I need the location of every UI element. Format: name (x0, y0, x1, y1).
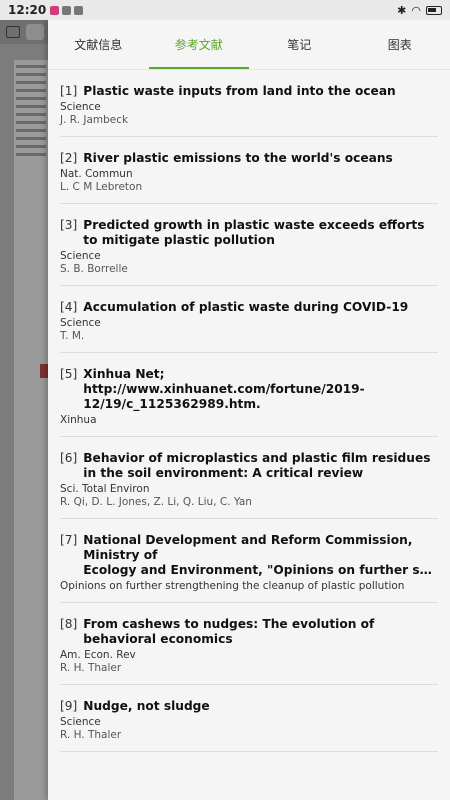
status-time: 12:20 (8, 3, 47, 17)
reference-item[interactable]: [6] Behavior of microplastics and plastic… (60, 437, 438, 519)
reference-item[interactable]: [3] Predicted growth in plastic waste exc… (60, 204, 438, 286)
panel-tabs: 文献信息 参考文献 笔记 图表 (48, 20, 450, 70)
reference-title: Nudge, not sludge (83, 699, 210, 713)
reference-journal: Opinions on further strengthening the cl… (60, 580, 405, 592)
reference-number: [6] (60, 451, 78, 465)
reference-title: Accumulation of plastic waste during COV… (83, 300, 409, 314)
status-bar: 12:20 ✱ ◠ (0, 0, 450, 20)
wifi-icon: ◠ (411, 3, 421, 17)
mail-icon (74, 5, 84, 15)
reference-title: Behavior of microplastics and plastic fi… (83, 451, 431, 480)
app-icon (62, 5, 72, 15)
tab-document-info[interactable]: 文献信息 (48, 20, 149, 69)
tab-figures[interactable]: 图表 (350, 20, 450, 69)
reference-authors: R. H. Thaler (60, 662, 122, 674)
reference-journal: Nat. Commun (60, 168, 133, 180)
document-highlight (40, 364, 48, 378)
reference-authors: T. M. (60, 330, 85, 342)
reference-authors: J. R. Jambeck (60, 114, 129, 126)
reference-number: [4] (60, 300, 78, 314)
reference-item[interactable]: [4] Accumulation of plastic waste during … (60, 286, 438, 353)
reference-authors: S. B. Borrelle (60, 263, 128, 275)
reference-title: From cashews to nudges: The evolution of… (83, 617, 375, 646)
background-tab[interactable] (26, 24, 44, 40)
bluetooth-icon: ✱ (397, 3, 407, 17)
reference-journal: Science (60, 716, 101, 728)
reference-item[interactable]: [7] National Development and Reform Commi… (60, 519, 438, 603)
tab-references[interactable]: 参考文献 (148, 20, 250, 69)
reference-number: [9] (60, 699, 78, 713)
reference-title: National Development and Reform Commissi… (83, 533, 435, 577)
document-page (14, 60, 48, 800)
reference-number: [8] (60, 617, 78, 631)
reference-journal: Xinhua (60, 414, 97, 426)
sidebar-toggle-icon[interactable] (6, 26, 20, 38)
reference-number: [3] (60, 218, 78, 232)
battery-icon (426, 5, 442, 15)
reference-journal: Science (60, 250, 101, 262)
reference-authors: R. Qi, D. L. Jones, Z. Li, Q. Liu, C. Ya… (60, 496, 252, 508)
reference-journal: Science (60, 101, 101, 113)
reference-journal: Sci. Total Environ (60, 483, 150, 495)
reference-item[interactable]: [8] From cashews to nudges: The evolution… (60, 603, 438, 685)
background-toolbar (0, 20, 48, 44)
reference-journal: Science (60, 317, 101, 329)
notification-icon (50, 5, 60, 15)
reference-title: Plastic waste inputs from land into the … (83, 84, 396, 98)
reference-number: [1] (60, 84, 78, 98)
reference-title: River plastic emissions to the world's o… (83, 151, 393, 165)
reference-item[interactable]: [9] Nudge, not sludge Science R. H. Thale… (60, 685, 438, 752)
reference-item[interactable]: [2] River plastic emissions to the world'… (60, 137, 438, 204)
background-document (0, 20, 48, 800)
reference-title: Predicted growth in plastic waste exceed… (83, 218, 425, 247)
reference-authors: L. C M Lebreton (60, 181, 143, 193)
reference-item[interactable]: [1] Plastic waste inputs from land into t… (60, 70, 438, 137)
reference-list: [1] Plastic waste inputs from land into t… (48, 70, 450, 752)
tab-notes[interactable]: 笔记 (249, 20, 350, 69)
reference-authors: R. H. Thaler (60, 729, 122, 741)
reference-title: Xinhua Net; http://www.xinhuanet.com/for… (83, 367, 365, 411)
reference-number: [7] (60, 533, 78, 547)
reference-number: [5] (60, 367, 78, 381)
reference-number: [2] (60, 151, 78, 165)
references-panel: 文献信息 参考文献 笔记 图表 [1] Plastic waste inputs … (48, 20, 450, 800)
reference-journal: Am. Econ. Rev (60, 649, 136, 661)
reference-item[interactable]: [5] Xinhua Net; http://www.xinhuanet.com/… (60, 353, 438, 437)
